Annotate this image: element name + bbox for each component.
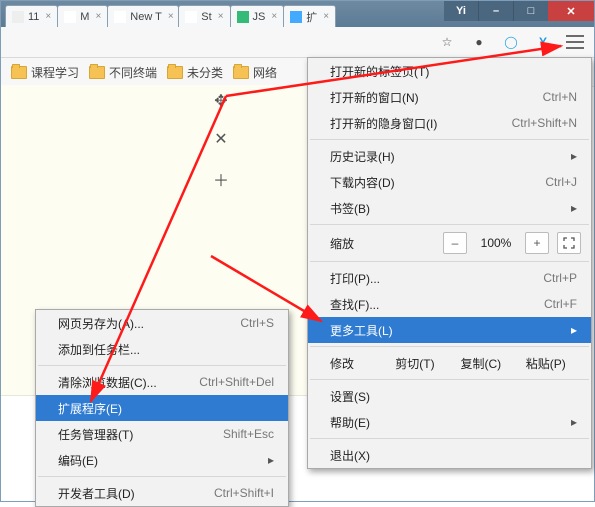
maximize-button[interactable]: □ (513, 1, 548, 21)
close-window-button[interactable]: ✕ (548, 1, 594, 21)
submenu-encoding[interactable]: 编码(E)▸ (36, 447, 288, 473)
extension-icon[interactable]: Y (534, 33, 552, 51)
add-icon[interactable]: ＋ (213, 167, 229, 191)
close-icon[interactable]: ✕ (214, 129, 227, 149)
menu-edit-row: 修改 剪切(T) 复制(C) 粘贴(P) (308, 350, 591, 376)
submenu-clear-data[interactable]: 清除浏览数据(C)...Ctrl+Shift+Del (36, 369, 288, 395)
zoom-value: 100% (475, 236, 517, 250)
chevron-right-icon: ▸ (571, 201, 577, 215)
folder-icon (11, 66, 27, 79)
menu-bookmarks[interactable]: 书签(B)▸ (308, 195, 591, 221)
bookmark-folder[interactable]: 课程学习 (11, 64, 79, 81)
bookmark-folder[interactable]: 网络 (233, 64, 277, 81)
more-tools-submenu: 网页另存为(A)...Ctrl+S 添加到任务栏... 清除浏览数据(C)...… (35, 309, 289, 507)
menu-history[interactable]: 历史记录(H)▸ (308, 143, 591, 169)
tab[interactable]: M× (57, 5, 108, 27)
menu-zoom: 缩放 – 100% + (308, 228, 591, 258)
menu-downloads[interactable]: 下载内容(D)Ctrl+J (308, 169, 591, 195)
fullscreen-button[interactable] (557, 232, 581, 254)
menu-find[interactable]: 查找(F)...Ctrl+F (308, 291, 591, 317)
submenu-save-as[interactable]: 网页另存为(A)...Ctrl+S (36, 310, 288, 336)
menu-new-tab[interactable]: 打开新的标签页(T) (308, 58, 591, 84)
submenu-extensions[interactable]: 扩展程序(E) (36, 395, 288, 421)
star-icon[interactable]: ☆ (438, 33, 456, 51)
tab[interactable]: St× (178, 5, 230, 27)
menu-button[interactable] (566, 33, 584, 51)
paste-button[interactable]: 粘贴(P) (526, 355, 591, 372)
ime-indicator[interactable]: Yi (444, 1, 478, 21)
tab[interactable]: 11× (5, 5, 58, 27)
bookmark-folder[interactable]: 不同终端 (89, 64, 157, 81)
submenu-task-manager[interactable]: 任务管理器(T)Shift+Esc (36, 421, 288, 447)
submenu-dev-tools[interactable]: 开发者工具(D)Ctrl+Shift+I (36, 480, 288, 506)
minimize-button[interactable]: – (478, 1, 513, 21)
close-icon[interactable]: × (271, 11, 277, 22)
menu-print[interactable]: 打印(P)...Ctrl+P (308, 265, 591, 291)
copy-button[interactable]: 复制(C) (461, 355, 526, 372)
submenu-add-to-taskbar[interactable]: 添加到任务栏... (36, 336, 288, 362)
cut-button[interactable]: 剪切(T) (395, 355, 460, 372)
chevron-right-icon: ▸ (571, 323, 577, 337)
close-icon[interactable]: × (323, 11, 329, 22)
main-menu: 打开新的标签页(T) 打开新的窗口(N)Ctrl+N 打开新的隐身窗口(I)Ct… (307, 57, 592, 469)
chevron-right-icon: ▸ (268, 453, 274, 467)
folder-icon (89, 66, 105, 79)
zoom-out-button[interactable]: – (443, 232, 467, 254)
chevron-right-icon: ▸ (571, 415, 577, 429)
chevron-right-icon: ▸ (571, 149, 577, 163)
tab[interactable]: JS× (230, 5, 285, 27)
close-icon[interactable]: × (95, 11, 101, 22)
canvas-tools: ✥ ✕ ＋ (213, 91, 229, 191)
folder-icon (233, 66, 249, 79)
zoom-in-button[interactable]: + (525, 232, 549, 254)
close-icon[interactable]: × (45, 11, 51, 22)
evernote-icon[interactable]: ● (470, 33, 488, 51)
menu-help[interactable]: 帮助(E)▸ (308, 409, 591, 435)
folder-icon (167, 66, 183, 79)
edit-label: 修改 (330, 355, 395, 372)
hamburger-icon (566, 35, 584, 49)
move-icon[interactable]: ✥ (214, 91, 227, 111)
bookmark-folder[interactable]: 未分类 (167, 64, 223, 81)
close-icon[interactable]: × (168, 11, 174, 22)
menu-more-tools[interactable]: 更多工具(L)▸ (308, 317, 591, 343)
menu-settings[interactable]: 设置(S) (308, 383, 591, 409)
close-icon[interactable]: × (218, 11, 224, 22)
window-controls: Yi – □ ✕ (444, 1, 594, 21)
menu-incognito[interactable]: 打开新的隐身窗口(I)Ctrl+Shift+N (308, 110, 591, 136)
zoom-label: 缩放 (330, 235, 435, 252)
tab[interactable]: 扩× (283, 5, 336, 27)
menu-new-window[interactable]: 打开新的窗口(N)Ctrl+N (308, 84, 591, 110)
menu-exit[interactable]: 退出(X) (308, 442, 591, 468)
tab[interactable]: New T× (107, 5, 179, 27)
extension-icon[interactable]: ◯ (502, 33, 520, 51)
toolbar: ☆ ● ◯ Y (1, 27, 594, 58)
